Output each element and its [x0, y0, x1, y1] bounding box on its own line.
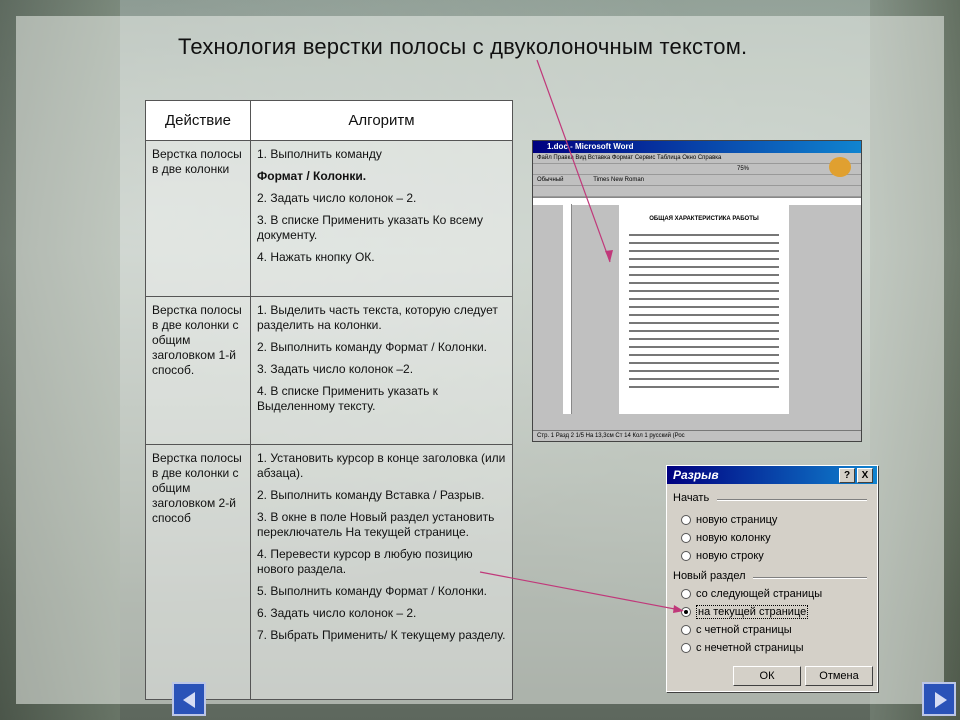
arrowhead-icon: [673, 605, 684, 613]
arrow-to-dialog: [479, 571, 681, 611]
prev-slide-button[interactable]: [172, 682, 206, 716]
next-slide-button[interactable]: [922, 682, 956, 716]
arrow-to-word: [536, 59, 611, 263]
pointer-arrows: [479, 59, 684, 613]
